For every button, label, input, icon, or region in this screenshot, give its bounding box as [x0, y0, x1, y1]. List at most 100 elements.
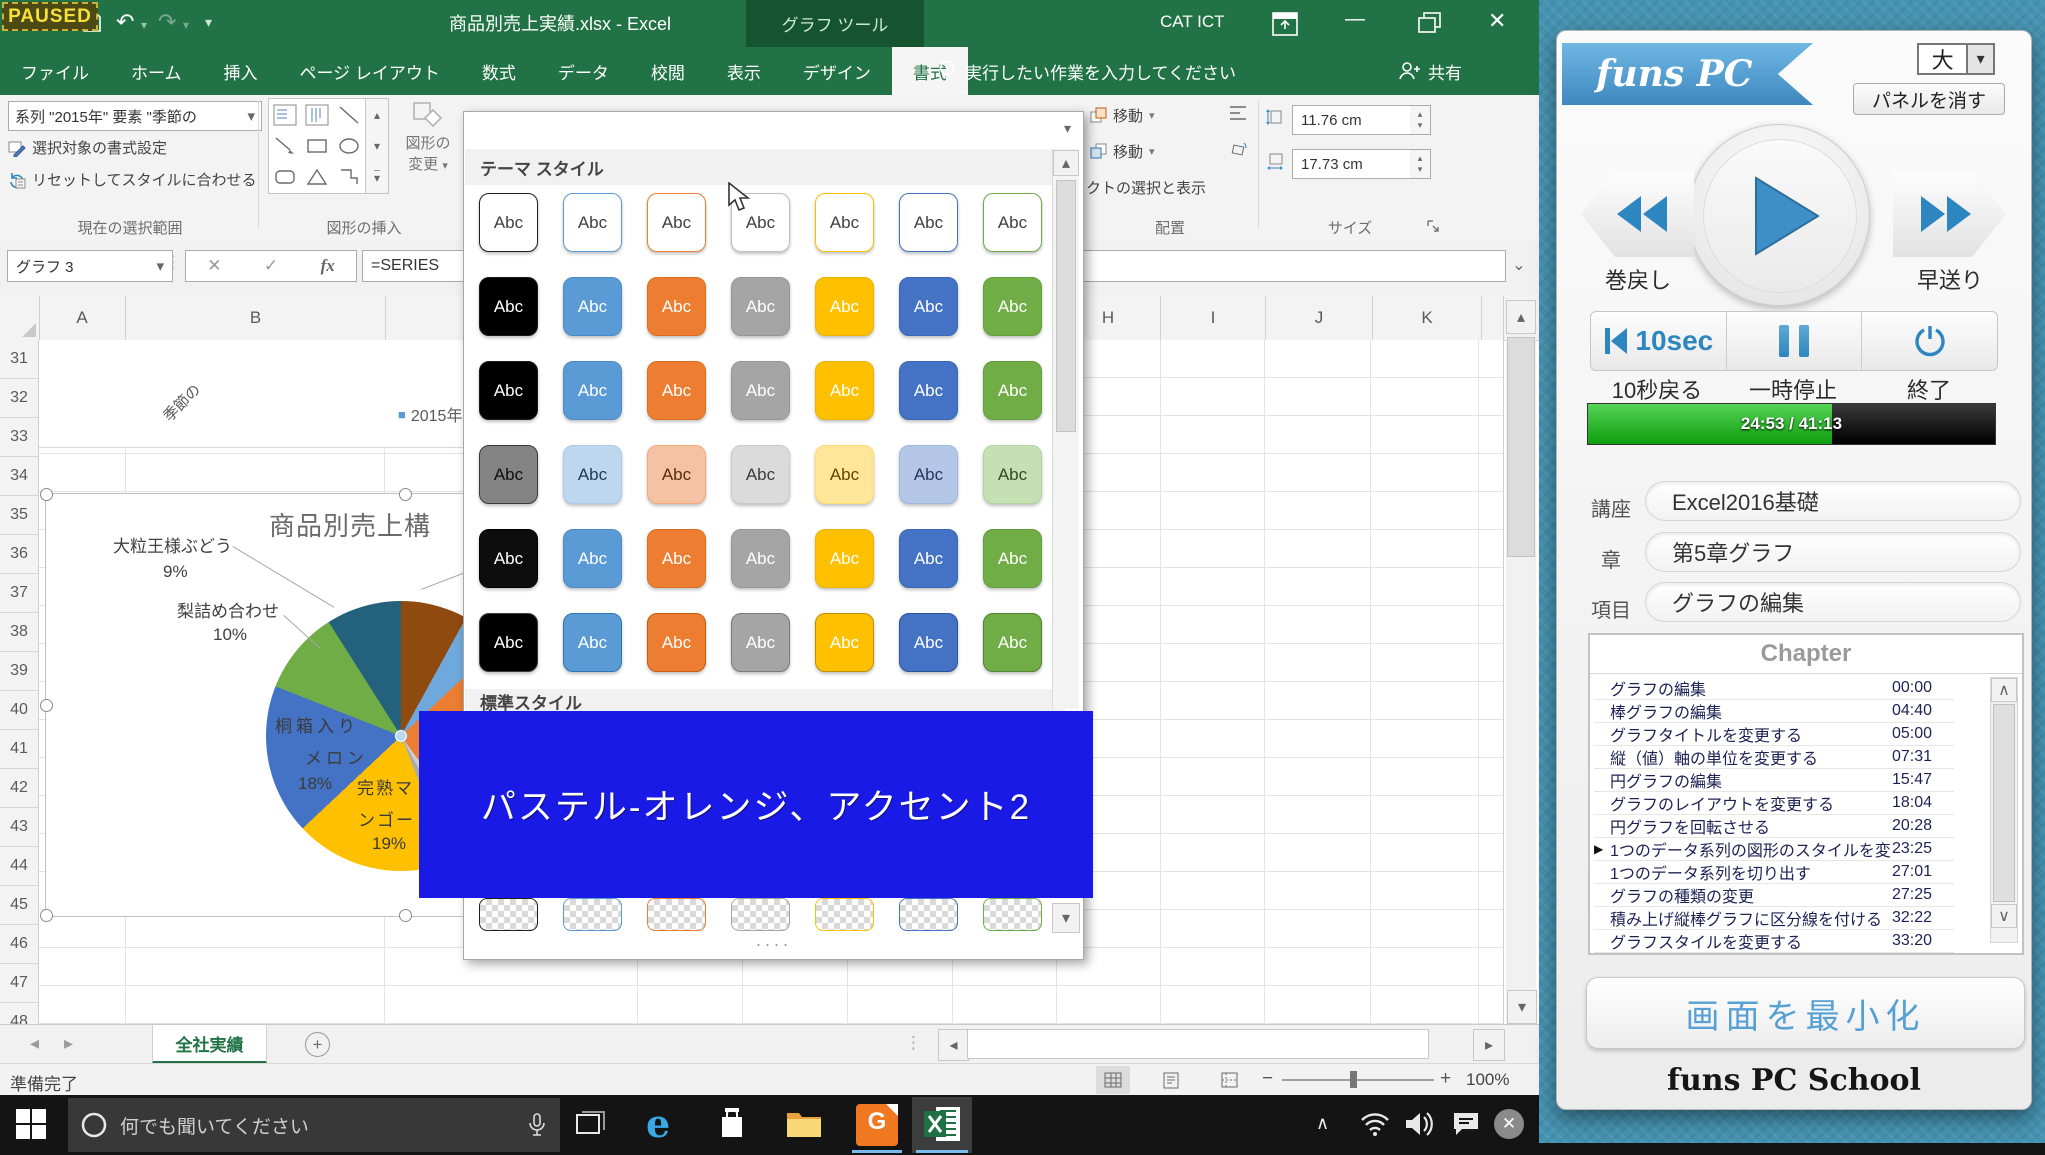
chapter-list-item[interactable]: ▶ グラフのレイアウトを変更する 18:04: [1594, 792, 1954, 815]
rectangle-shape-icon[interactable]: [305, 135, 329, 157]
formula-bar-expand-icon[interactable]: ⌄: [1502, 250, 1536, 280]
chapter-scroll-down-icon[interactable]: ∨: [1991, 904, 2017, 928]
page-layout-view-button[interactable]: [1154, 1066, 1188, 1094]
normal-view-button[interactable]: [1096, 1066, 1130, 1094]
chart-style-swatch[interactable]: Abc: [563, 613, 622, 672]
ribbon-tab[interactable]: ファイル: [0, 47, 110, 95]
pause-button[interactable]: [1727, 312, 1863, 370]
shapes-gallery-scroll[interactable]: ▴ ▾ ▾: [366, 98, 389, 194]
row-header[interactable]: 38: [0, 613, 39, 652]
chart-style-swatch[interactable]: Abc: [983, 529, 1042, 588]
hscroll-thumb[interactable]: [967, 1029, 1429, 1059]
ribbon-tab[interactable]: 挿入: [203, 47, 279, 95]
chapter-list-item[interactable]: ▶ グラフスタイルを変更する 33:20: [1594, 930, 1954, 953]
pdf-app-icon[interactable]: G: [856, 1104, 898, 1146]
tell-me-box[interactable]: 実行したい作業を入力してください: [938, 47, 1236, 95]
mic-icon[interactable]: [528, 1113, 546, 1137]
gallery-scroll-thumb[interactable]: [1056, 180, 1076, 432]
row-header[interactable]: 42: [0, 769, 39, 808]
chart-style-swatch[interactable]: Abc: [647, 193, 706, 252]
chart-style-swatch[interactable]: Abc: [983, 277, 1042, 336]
vscrollbar[interactable]: ▴ ▾: [1506, 300, 1536, 1024]
l-shape-icon[interactable]: [337, 166, 361, 188]
hscroll-left-icon[interactable]: ◂: [938, 1029, 969, 1061]
gallery-scrollbar[interactable]: ▴: [1052, 149, 1079, 709]
share-button[interactable]: 共有: [1398, 52, 1462, 90]
page-break-view-button[interactable]: [1212, 1066, 1246, 1094]
chart-style-swatch[interactable]: Abc: [899, 445, 958, 504]
zoom-slider-track[interactable]: [1282, 1079, 1434, 1081]
minimize-icon[interactable]: —: [1345, 8, 1365, 31]
row-header[interactable]: 32: [0, 379, 39, 418]
row-header[interactable]: 43: [0, 808, 39, 847]
zoom-slider-thumb[interactable]: [1350, 1071, 1357, 1088]
edit-shape-button[interactable]: 図形の 変更 ▾: [396, 100, 460, 212]
minimize-screen-button[interactable]: 画面を最小化: [1586, 977, 2025, 1049]
bring-forward-button[interactable]: 移動 ▾: [1090, 105, 1155, 126]
triangle-shape-icon[interactable]: [305, 166, 329, 188]
search-box[interactable]: 何でも聞いてください: [68, 1098, 560, 1152]
pie-chart-title[interactable]: 商品別売上構: [269, 506, 431, 543]
row-header[interactable]: 33: [0, 418, 39, 457]
row-header[interactable]: 44: [0, 847, 39, 886]
chapter-scroll-up-icon[interactable]: ∧: [1991, 678, 2017, 702]
vscroll-thumb[interactable]: [1507, 337, 1535, 557]
standard-style-swatch[interactable]: [479, 898, 538, 931]
gallery-more-icon[interactable]: ▾: [374, 170, 380, 185]
ribbon-tab[interactable]: データ: [537, 47, 630, 95]
rotate-button[interactable]: [1228, 141, 1248, 158]
chart-selection-handle[interactable]: [40, 909, 53, 922]
line-shape-icon[interactable]: [337, 104, 361, 126]
chart-style-swatch[interactable]: Abc: [983, 445, 1042, 504]
chapter-list-item[interactable]: ▶ 1つのデータ系列の図形のスタイルを変更... 23:25: [1594, 838, 1954, 861]
chart-style-swatch[interactable]: Abc: [479, 613, 538, 672]
chart-style-swatch[interactable]: Abc: [563, 529, 622, 588]
chart-style-swatch[interactable]: Abc: [731, 361, 790, 420]
hscroll-right-icon[interactable]: ▸: [1473, 1029, 1505, 1061]
file-explorer-icon[interactable]: [786, 1109, 822, 1139]
fx-icon[interactable]: fx: [321, 256, 335, 276]
select-all-corner[interactable]: [0, 296, 40, 341]
close-icon[interactable]: ✕: [1488, 8, 1506, 34]
oval-shape-icon[interactable]: [337, 135, 361, 157]
chapter-list-item[interactable]: ▶ グラフの種類の変更 27:25: [1594, 884, 1954, 907]
standard-style-swatch[interactable]: [983, 898, 1042, 931]
standard-style-swatch[interactable]: [815, 898, 874, 931]
column-header[interactable]: A: [39, 296, 126, 340]
chapter-scroll-thumb[interactable]: [1993, 704, 2015, 902]
chart-style-swatch[interactable]: Abc: [647, 361, 706, 420]
chart-style-swatch[interactable]: Abc: [899, 529, 958, 588]
gallery-collapse-icon[interactable]: ▾: [1064, 120, 1071, 137]
edge-icon[interactable]: e: [646, 1101, 670, 1146]
power-button[interactable]: [1862, 312, 1997, 370]
chart-selection-handle[interactable]: [399, 909, 412, 922]
account-name[interactable]: CAT ICT: [1160, 12, 1225, 32]
select-arrow-icon[interactable]: ▾: [1968, 43, 1995, 75]
chart-style-swatch[interactable]: Abc: [899, 277, 958, 336]
row-header[interactable]: 41: [0, 730, 39, 769]
shapes-gallery[interactable]: [268, 98, 366, 194]
text-size-select[interactable]: 大 ▾: [1917, 43, 1995, 75]
zoom-level[interactable]: 100%: [1466, 1070, 1509, 1090]
chart-style-swatch[interactable]: Abc: [983, 193, 1042, 252]
store-icon[interactable]: [716, 1107, 748, 1141]
zoom-in-icon[interactable]: +: [1440, 1068, 1451, 1090]
chart-style-swatch[interactable]: Abc: [563, 193, 622, 252]
ribbon-tab[interactable]: ページ レイアウト: [279, 47, 461, 95]
format-selection-button[interactable]: 選択対象の書式設定: [8, 137, 167, 158]
gallery-scroll-up-icon[interactable]: ▴: [1053, 150, 1079, 176]
chart-style-swatch[interactable]: Abc: [479, 361, 538, 420]
play-button[interactable]: [1688, 124, 1870, 306]
vertical-text-box-icon[interactable]: [305, 104, 329, 126]
standard-style-swatch[interactable]: [647, 898, 706, 931]
sheet-nav-left-icon[interactable]: ◂: [30, 1033, 39, 1054]
chart-style-swatch[interactable]: Abc: [479, 529, 538, 588]
gallery-scroll-down-icon[interactable]: ▾: [1052, 903, 1080, 933]
row-header[interactable]: 39: [0, 652, 39, 691]
chart-style-swatch[interactable]: Abc: [815, 193, 874, 252]
chart-selection-handle[interactable]: [40, 488, 53, 501]
chart-style-swatch[interactable]: Abc: [731, 529, 790, 588]
chart-style-swatch[interactable]: Abc: [647, 277, 706, 336]
chapter-list-item[interactable]: ▶ 棒グラフの編集 04:40: [1594, 700, 1954, 723]
chart-style-swatch[interactable]: Abc: [731, 445, 790, 504]
